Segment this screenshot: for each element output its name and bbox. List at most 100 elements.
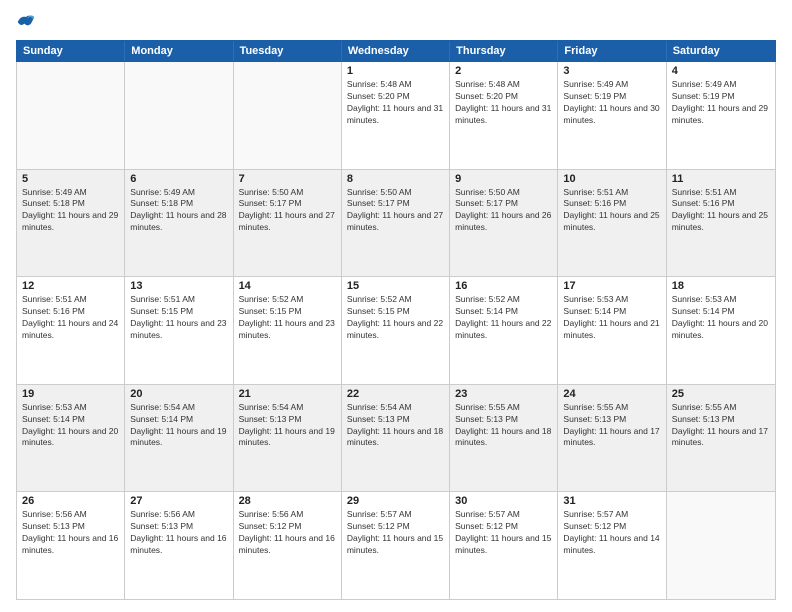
- calendar-header: SundayMondayTuesdayWednesdayThursdayFrid…: [16, 40, 776, 62]
- day-number: 25: [672, 388, 770, 400]
- day-info: Sunrise: 5:55 AMSunset: 5:13 PMDaylight:…: [672, 402, 770, 450]
- day-info: Sunrise: 5:54 AMSunset: 5:13 PMDaylight:…: [347, 402, 444, 450]
- day-info: Sunrise: 5:54 AMSunset: 5:14 PMDaylight:…: [130, 402, 227, 450]
- week-row-1: 5Sunrise: 5:49 AMSunset: 5:18 PMDaylight…: [17, 170, 775, 278]
- day-info: Sunrise: 5:53 AMSunset: 5:14 PMDaylight:…: [672, 294, 770, 342]
- day-info: Sunrise: 5:57 AMSunset: 5:12 PMDaylight:…: [347, 509, 444, 557]
- day-info: Sunrise: 5:54 AMSunset: 5:13 PMDaylight:…: [239, 402, 336, 450]
- day-number: 21: [239, 388, 336, 400]
- day-number: 27: [130, 495, 227, 507]
- day-cell-10: 10Sunrise: 5:51 AMSunset: 5:16 PMDayligh…: [558, 170, 666, 277]
- day-cell-14: 14 Sunrise: 5:52 AMSunset: 5:15 PMDayligh…: [234, 277, 342, 384]
- day-cell-16: 16Sunrise: 5:52 AMSunset: 5:14 PMDayligh…: [450, 277, 558, 384]
- day-info: Sunrise: 5:57 AMSunset: 5:12 PMDaylight:…: [455, 509, 552, 557]
- day-cell-31: 31 Sunrise: 5:57 AMSunset: 5:12 PMDayligh…: [558, 492, 666, 599]
- day-info: Sunrise: 5:52 AMSunset: 5:15 PMDaylight:…: [347, 294, 444, 342]
- day-cell-6: 6 Sunrise: 5:49 AMSunset: 5:18 PMDaylight…: [125, 170, 233, 277]
- day-number: 8: [347, 173, 444, 185]
- day-cell-7: 7 Sunrise: 5:50 AMSunset: 5:17 PMDaylight…: [234, 170, 342, 277]
- day-cell-17: 17 Sunrise: 5:53 AMSunset: 5:14 PMDayligh…: [558, 277, 666, 384]
- week-row-4: 26 Sunrise: 5:56 AMSunset: 5:13 PMDayligh…: [17, 492, 775, 599]
- calendar: SundayMondayTuesdayWednesdayThursdayFrid…: [16, 40, 776, 600]
- empty-cell: [125, 62, 233, 169]
- day-number: 17: [563, 280, 660, 292]
- day-cell-15: 15 Sunrise: 5:52 AMSunset: 5:15 PMDayligh…: [342, 277, 450, 384]
- day-info: Sunrise: 5:51 AMSunset: 5:16 PMDaylight:…: [22, 294, 119, 342]
- empty-cell: [667, 492, 775, 599]
- day-number: 20: [130, 388, 227, 400]
- day-cell-9: 9 Sunrise: 5:50 AMSunset: 5:17 PMDaylight…: [450, 170, 558, 277]
- day-info: Sunrise: 5:56 AMSunset: 5:13 PMDaylight:…: [130, 509, 227, 557]
- header-day-friday: Friday: [558, 41, 666, 61]
- day-cell-22: 22 Sunrise: 5:54 AMSunset: 5:13 PMDayligh…: [342, 385, 450, 492]
- day-number: 6: [130, 173, 227, 185]
- week-row-3: 19Sunrise: 5:53 AMSunset: 5:14 PMDayligh…: [17, 385, 775, 493]
- day-number: 3: [563, 65, 660, 77]
- day-number: 10: [563, 173, 660, 185]
- day-cell-5: 5Sunrise: 5:49 AMSunset: 5:18 PMDaylight…: [17, 170, 125, 277]
- empty-cell: [17, 62, 125, 169]
- day-number: 31: [563, 495, 660, 507]
- day-cell-19: 19Sunrise: 5:53 AMSunset: 5:14 PMDayligh…: [17, 385, 125, 492]
- day-number: 15: [347, 280, 444, 292]
- day-number: 11: [672, 173, 770, 185]
- header: [16, 12, 776, 32]
- day-number: 24: [563, 388, 660, 400]
- day-info: Sunrise: 5:52 AMSunset: 5:15 PMDaylight:…: [239, 294, 336, 342]
- day-number: 26: [22, 495, 119, 507]
- day-info: Sunrise: 5:49 AMSunset: 5:19 PMDaylight:…: [563, 79, 660, 127]
- day-number: 9: [455, 173, 552, 185]
- day-number: 14: [239, 280, 336, 292]
- day-info: Sunrise: 5:50 AMSunset: 5:17 PMDaylight:…: [347, 187, 444, 235]
- logo: [16, 12, 40, 32]
- day-info: Sunrise: 5:55 AMSunset: 5:13 PMDaylight:…: [455, 402, 552, 450]
- day-cell-23: 23 Sunrise: 5:55 AMSunset: 5:13 PMDayligh…: [450, 385, 558, 492]
- header-day-thursday: Thursday: [450, 41, 558, 61]
- day-number: 1: [347, 65, 444, 77]
- day-number: 23: [455, 388, 552, 400]
- day-number: 28: [239, 495, 336, 507]
- day-cell-12: 12 Sunrise: 5:51 AMSunset: 5:16 PMDayligh…: [17, 277, 125, 384]
- day-number: 16: [455, 280, 552, 292]
- day-cell-30: 30 Sunrise: 5:57 AMSunset: 5:12 PMDayligh…: [450, 492, 558, 599]
- day-number: 2: [455, 65, 552, 77]
- day-number: 7: [239, 173, 336, 185]
- day-cell-28: 28 Sunrise: 5:56 AMSunset: 5:12 PMDayligh…: [234, 492, 342, 599]
- header-day-saturday: Saturday: [667, 41, 775, 61]
- day-info: Sunrise: 5:51 AMSunset: 5:15 PMDaylight:…: [130, 294, 227, 342]
- header-day-sunday: Sunday: [17, 41, 125, 61]
- day-cell-8: 8 Sunrise: 5:50 AMSunset: 5:17 PMDaylight…: [342, 170, 450, 277]
- logo-icon: [16, 12, 36, 32]
- day-info: Sunrise: 5:55 AMSunset: 5:13 PMDaylight:…: [563, 402, 660, 450]
- header-day-tuesday: Tuesday: [234, 41, 342, 61]
- day-number: 30: [455, 495, 552, 507]
- day-cell-18: 18 Sunrise: 5:53 AMSunset: 5:14 PMDayligh…: [667, 277, 775, 384]
- day-cell-4: 4Sunrise: 5:49 AMSunset: 5:19 PMDaylight…: [667, 62, 775, 169]
- day-cell-25: 25 Sunrise: 5:55 AMSunset: 5:13 PMDayligh…: [667, 385, 775, 492]
- header-day-monday: Monday: [125, 41, 233, 61]
- day-info: Sunrise: 5:56 AMSunset: 5:13 PMDaylight:…: [22, 509, 119, 557]
- day-cell-3: 3 Sunrise: 5:49 AMSunset: 5:19 PMDaylight…: [558, 62, 666, 169]
- day-cell-13: 13Sunrise: 5:51 AMSunset: 5:15 PMDayligh…: [125, 277, 233, 384]
- day-info: Sunrise: 5:48 AMSunset: 5:20 PMDaylight:…: [347, 79, 444, 127]
- day-number: 19: [22, 388, 119, 400]
- day-number: 18: [672, 280, 770, 292]
- day-number: 22: [347, 388, 444, 400]
- week-row-2: 12 Sunrise: 5:51 AMSunset: 5:16 PMDayligh…: [17, 277, 775, 385]
- day-info: Sunrise: 5:50 AMSunset: 5:17 PMDaylight:…: [455, 187, 552, 235]
- day-info: Sunrise: 5:57 AMSunset: 5:12 PMDaylight:…: [563, 509, 660, 557]
- day-info: Sunrise: 5:49 AMSunset: 5:19 PMDaylight:…: [672, 79, 770, 127]
- day-info: Sunrise: 5:53 AMSunset: 5:14 PMDaylight:…: [563, 294, 660, 342]
- day-number: 29: [347, 495, 444, 507]
- day-cell-26: 26 Sunrise: 5:56 AMSunset: 5:13 PMDayligh…: [17, 492, 125, 599]
- day-number: 12: [22, 280, 119, 292]
- day-cell-2: 2Sunrise: 5:48 AMSunset: 5:20 PMDaylight…: [450, 62, 558, 169]
- page: SundayMondayTuesdayWednesdayThursdayFrid…: [0, 0, 792, 612]
- day-info: Sunrise: 5:51 AMSunset: 5:16 PMDaylight:…: [672, 187, 770, 235]
- day-info: Sunrise: 5:50 AMSunset: 5:17 PMDaylight:…: [239, 187, 336, 235]
- day-cell-24: 24 Sunrise: 5:55 AMSunset: 5:13 PMDayligh…: [558, 385, 666, 492]
- day-info: Sunrise: 5:49 AMSunset: 5:18 PMDaylight:…: [22, 187, 119, 235]
- day-info: Sunrise: 5:49 AMSunset: 5:18 PMDaylight:…: [130, 187, 227, 235]
- day-cell-1: 1 Sunrise: 5:48 AMSunset: 5:20 PMDaylight…: [342, 62, 450, 169]
- day-info: Sunrise: 5:56 AMSunset: 5:12 PMDaylight:…: [239, 509, 336, 557]
